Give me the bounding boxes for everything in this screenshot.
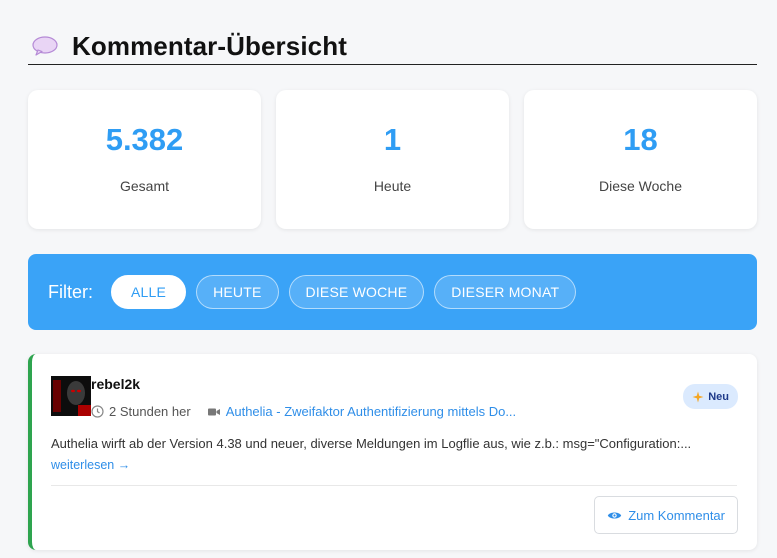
badge-label: Neu xyxy=(708,390,729,403)
page-header: Kommentar-Übersicht xyxy=(28,28,757,65)
comment-username[interactable]: rebel2k xyxy=(91,376,140,392)
go-to-comment-button[interactable]: Zum Kommentar xyxy=(594,496,738,534)
comment-card: rebel2k 2 Stunden her Authelia - Zweifak… xyxy=(28,354,757,550)
page-title: Kommentar-Übersicht xyxy=(72,30,347,61)
stat-value: 18 xyxy=(623,122,658,157)
filter-chip-this-week[interactable]: DIESE WOCHE xyxy=(288,275,425,309)
video-icon xyxy=(207,406,221,418)
stat-value: 5.382 xyxy=(105,122,184,157)
clock-icon xyxy=(91,405,104,418)
stat-card-today: 1 Heute xyxy=(276,90,509,229)
comment-post-link[interactable]: Authelia - Zweifaktor Authentifizierung … xyxy=(226,404,516,419)
stat-label: Gesamt xyxy=(119,178,169,194)
stat-value: 1 xyxy=(383,122,402,157)
divider xyxy=(51,485,737,486)
filter-label: Filter: xyxy=(48,281,93,302)
read-more-link[interactable]: weiterlesen → xyxy=(51,458,130,472)
comment-time: 2 Stunden her xyxy=(109,404,191,419)
new-badge: Neu xyxy=(683,384,738,409)
stats-row: 5.382 Gesamt 1 Heute 18 Diese Woche xyxy=(28,90,757,229)
comment-meta: 2 Stunden her Authelia - Zweifaktor Auth… xyxy=(91,404,516,419)
stat-label: Diese Woche xyxy=(598,178,682,194)
filter-chip-all[interactable]: ALLE xyxy=(111,275,187,309)
sparkle-icon xyxy=(692,391,704,403)
filter-chip-this-month[interactable]: DIESER MONAT xyxy=(434,275,577,309)
speech-bubble-icon xyxy=(32,35,60,57)
filter-bar: Filter: ALLE HEUTE DIESE WOCHE DIESER MO… xyxy=(28,254,757,330)
eye-icon xyxy=(607,510,622,521)
comment-excerpt: Authelia wirft ab der Version 4.38 und n… xyxy=(51,436,692,451)
stat-label: Heute xyxy=(373,178,412,194)
page: Kommentar-Übersicht 5.382 Gesamt 1 Heute… xyxy=(0,0,777,558)
filter-chip-today[interactable]: HEUTE xyxy=(196,275,279,309)
go-to-comment-label: Zum Kommentar xyxy=(628,507,725,523)
stat-card-total: 5.382 Gesamt xyxy=(28,90,261,229)
stat-card-week: 18 Diese Woche xyxy=(524,90,757,229)
avatar[interactable] xyxy=(51,376,91,416)
